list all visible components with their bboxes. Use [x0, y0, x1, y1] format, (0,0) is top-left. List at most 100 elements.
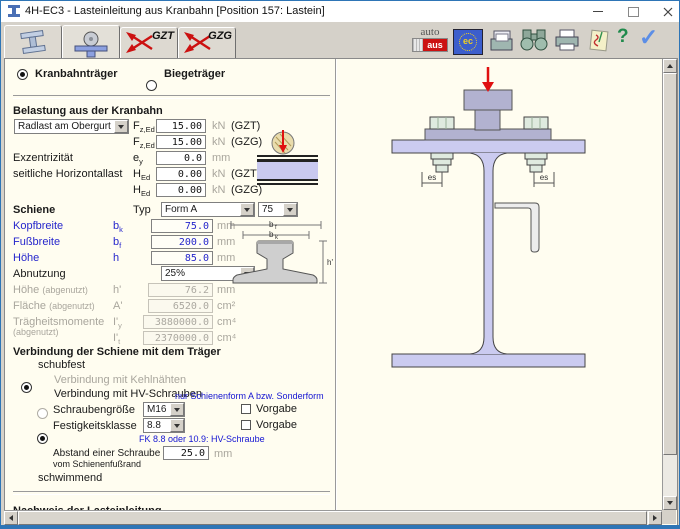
- bk-input[interactable]: [151, 219, 213, 233]
- maximize-button[interactable]: [616, 1, 650, 22]
- tab-gzg[interactable]: GZG: [178, 27, 236, 59]
- hw-output: [148, 283, 213, 297]
- form-panel: Kranbahnträger Biegeträger Belastung aus…: [5, 59, 335, 510]
- confirm-button[interactable]: ✓: [639, 24, 658, 51]
- rail-size-dropdown[interactable]: 75: [258, 202, 298, 217]
- biegetraeger-label: Biegeträger: [164, 68, 225, 80]
- ibeam-icon: [13, 29, 53, 55]
- scroll-down-icon: [667, 501, 673, 505]
- hed-gzg-unit: kN: [212, 184, 225, 196]
- it-symbol: I't: [113, 332, 120, 346]
- fz-gzt-input[interactable]: [156, 119, 206, 133]
- panel-divider: [335, 59, 336, 510]
- vorgabe-size-label: Vorgabe: [256, 403, 297, 415]
- bf-input[interactable]: [151, 235, 213, 249]
- radio-hv-schrauben[interactable]: [37, 433, 48, 444]
- vertical-scrollbar[interactable]: [662, 59, 677, 510]
- schraubenabstand-input[interactable]: [163, 446, 209, 460]
- horizontal-scrollbar[interactable]: [4, 510, 662, 525]
- hed-gzt-unit: kN: [212, 168, 225, 180]
- it-output: [143, 331, 213, 345]
- hed-gzg-input[interactable]: [156, 183, 206, 197]
- scroll-left-button[interactable]: [4, 511, 18, 525]
- festigkeitsklasse-label: Festigkeitsklasse: [53, 420, 137, 432]
- hoehe-label: Höhe: [13, 252, 39, 264]
- vorgabe-size-checkbox[interactable]: [241, 404, 251, 414]
- question-mark-icon: ?: [617, 26, 629, 48]
- tab-load-introduction[interactable]: [62, 25, 120, 61]
- radio-kranbahntraeger[interactable]: [17, 69, 28, 80]
- dropdown-arrow-icon[interactable]: [170, 403, 184, 416]
- fz-gzg-symbol: Fz,Ed: [133, 136, 155, 150]
- eurocode-button[interactable]: ec: [453, 29, 483, 55]
- bk-symbol: bk: [113, 220, 123, 234]
- window-title: 4H-EC3 - Lasteinleitung aus Kranbahn [Po…: [25, 5, 325, 17]
- kehlnaehte-label: Verbindung mit Kehlnähten: [54, 374, 186, 386]
- rail-form-dropdown[interactable]: Form A: [161, 202, 255, 217]
- scroll-down-button[interactable]: [663, 496, 677, 510]
- drawing-panel: es es: [337, 59, 662, 510]
- copy-button[interactable]: [489, 29, 515, 53]
- dropdown-arrow-icon[interactable]: [283, 203, 297, 216]
- rail-form-value: Form A: [162, 203, 240, 216]
- close-button[interactable]: [651, 1, 680, 22]
- schraubenabstand-unit: mm: [214, 448, 232, 460]
- aus-badge: aus: [423, 39, 447, 51]
- minimize-button[interactable]: [581, 1, 615, 22]
- abnutzung-label: Abnutzung: [13, 268, 66, 280]
- load-type-value: Radlast am Obergurt: [15, 120, 114, 133]
- auto-aus-switch: aus: [412, 38, 448, 52]
- dropdown-arrow-icon[interactable]: [240, 203, 254, 216]
- wheel-load-sketch: [255, 129, 321, 191]
- printer-icon: [554, 29, 581, 52]
- scroll-up-button[interactable]: [663, 59, 677, 73]
- load-type-dropdown[interactable]: Radlast am Obergurt: [14, 119, 129, 134]
- minimize-icon: [593, 11, 603, 12]
- iy-output: [143, 315, 213, 329]
- scroll-left-icon: [9, 515, 13, 521]
- auto-stripes-icon: [413, 39, 423, 51]
- help-button[interactable]: ?: [617, 26, 629, 48]
- rail-size-value: 75: [259, 203, 283, 216]
- bf-symbol: bf: [113, 236, 121, 250]
- horizontal-scroll-thumb[interactable]: [18, 511, 647, 525]
- schraubengroesse-dropdown[interactable]: M16: [143, 402, 185, 417]
- festigkeitsklasse-dropdown[interactable]: 8.8: [143, 418, 185, 433]
- view-button[interactable]: [518, 28, 550, 53]
- svg-text:h': h': [327, 258, 333, 267]
- h-input[interactable]: [151, 251, 213, 265]
- app-window: 4H-EC3 - Lasteinleitung aus Kranbahn [Po…: [0, 0, 680, 529]
- vorgabe-class-label: Vorgabe: [256, 419, 297, 431]
- toolbar: GZT GZG auto aus ec: [1, 22, 679, 58]
- tab-gzt[interactable]: GZT: [120, 27, 178, 59]
- notes-button[interactable]: [586, 28, 613, 53]
- svg-text:f: f: [275, 225, 277, 231]
- hv-note: nur Schienenform A bzw. Sonderform: [175, 391, 324, 401]
- checkmark-icon: ✓: [639, 24, 658, 51]
- ey-symbol: ey: [133, 152, 143, 166]
- dropdown-arrow-icon[interactable]: [170, 419, 184, 432]
- aw-output: [148, 299, 213, 313]
- ey-input[interactable]: [156, 151, 206, 165]
- print-button[interactable]: [554, 29, 581, 52]
- iy-symbol: I'y: [113, 316, 122, 330]
- radio-schubfest[interactable]: [21, 382, 32, 393]
- copy-pages-icon: [489, 29, 515, 53]
- hed-gzt-input[interactable]: [156, 167, 206, 181]
- schubfest-label: schubfest: [38, 359, 85, 371]
- kranbahntraeger-label: Kranbahnträger: [35, 68, 118, 80]
- scroll-right-button[interactable]: [648, 511, 662, 525]
- angle-bracket: [495, 203, 539, 252]
- vertical-scroll-thumb[interactable]: [663, 73, 677, 455]
- fz-gzg-input[interactable]: [156, 135, 206, 149]
- radio-biegetraeger[interactable]: [146, 80, 157, 91]
- scroll-right-icon: [653, 515, 657, 521]
- fk-note: FK 8.8 oder 10.9: HV-Schraube: [139, 434, 265, 444]
- auto-toggle-button[interactable]: auto aus: [412, 27, 448, 52]
- scroll-up-icon: [667, 64, 673, 68]
- tab-profile[interactable]: [4, 25, 62, 59]
- separator: [13, 491, 330, 495]
- app-icon: [7, 4, 21, 18]
- vorgabe-class-checkbox[interactable]: [241, 420, 251, 430]
- dropdown-arrow-icon[interactable]: [114, 120, 128, 133]
